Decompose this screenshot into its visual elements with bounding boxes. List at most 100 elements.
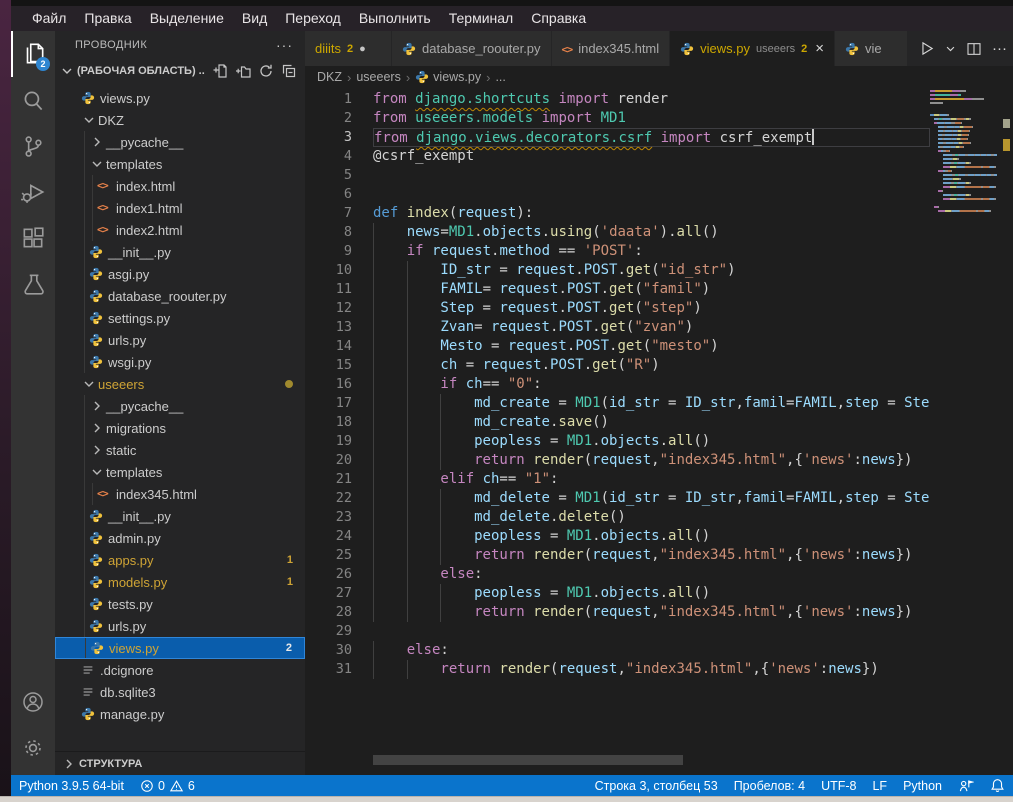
feedback-icon[interactable] (950, 775, 982, 796)
tree-file-index.html[interactable]: <>index.html (55, 175, 305, 197)
explorer-activity-icon[interactable]: 2 (11, 31, 55, 77)
tree-folder-templates[interactable]: templates (55, 153, 305, 175)
code-editor[interactable]: 1from django.shortcuts import render2fro… (305, 88, 930, 775)
tree-folder-static[interactable]: static (55, 439, 305, 461)
run-dropdown-icon[interactable] (945, 43, 956, 54)
workspace-section-header[interactable]: (РАБОЧАЯ ОБЛАСТЬ) ... (55, 59, 305, 83)
tab-description: useeers (756, 43, 795, 55)
menu-item-файл[interactable]: Файл (23, 6, 75, 31)
tree-file-db.sqlite3[interactable]: db.sqlite3 (55, 681, 305, 703)
more-actions-icon[interactable]: ··· (992, 40, 1007, 57)
close-icon[interactable]: × (815, 40, 824, 57)
tree-folder-templates[interactable]: templates (55, 461, 305, 483)
split-editor-icon[interactable] (966, 41, 982, 57)
minimap-seg (965, 198, 981, 200)
minimap-seg (943, 194, 951, 196)
encoding-status[interactable]: UTF-8 (813, 775, 864, 796)
testing-activity-icon[interactable] (11, 261, 55, 307)
menu-item-выполнить[interactable]: Выполнить (350, 6, 440, 31)
eol-status[interactable]: LF (864, 775, 895, 796)
tree-file-wsgi.py[interactable]: wsgi.py (55, 351, 305, 373)
run-debug-activity-icon[interactable] (11, 169, 55, 215)
tree-file-models.py[interactable]: models.py1 (55, 571, 305, 593)
minimap-seg (930, 182, 943, 184)
tree-folder-__pycache__[interactable]: __pycache__ (55, 395, 305, 417)
tree-file-views.py[interactable]: views.py (55, 87, 305, 109)
tree-file-__init__.py[interactable]: __init__.py (55, 241, 305, 263)
tree-file-.dcignore[interactable]: .dcignore (55, 659, 305, 681)
extensions-activity-icon[interactable] (11, 215, 55, 261)
minimap-seg (989, 210, 991, 212)
tab-diiits[interactable]: diiits2● (305, 31, 392, 66)
breadcrumb[interactable]: DKZ›useeers›views.py›... (305, 66, 1013, 88)
menu-item-переход[interactable]: Переход (276, 6, 350, 31)
tree-file-apps.py[interactable]: apps.py1 (55, 549, 305, 571)
tree-file-urls.py[interactable]: urls.py (55, 329, 305, 351)
source-control-activity-icon[interactable] (11, 123, 55, 169)
tree-folder-migrations[interactable]: migrations (55, 417, 305, 439)
run-button[interactable] (918, 40, 935, 57)
settings-gear-icon[interactable] (11, 725, 55, 771)
tab-database_roouter.py[interactable]: database_roouter.py (392, 31, 552, 66)
tree-folder-useeers[interactable]: useeers (55, 373, 305, 395)
tab-views.py[interactable]: views.pyuseeers2× (670, 31, 835, 66)
chevron-right-icon (89, 442, 105, 458)
refresh-icon[interactable] (258, 63, 274, 79)
tree-file-views.py[interactable]: views.py2 (55, 637, 305, 659)
sidebar-more-actions[interactable]: ··· (276, 37, 293, 53)
collapse-all-icon[interactable] (281, 63, 297, 79)
tree-file-__init__.py[interactable]: __init__.py (55, 505, 305, 527)
tree-file-settings.py[interactable]: settings.py (55, 307, 305, 329)
breadcrumb-item-views.py[interactable]: views.py (415, 70, 481, 84)
tree-file-asgi.py[interactable]: asgi.py (55, 263, 305, 285)
breadcrumb-item-...[interactable]: ... (495, 70, 505, 84)
account-icon[interactable] (11, 679, 55, 725)
tree-file-manage.py[interactable]: manage.py (55, 703, 305, 725)
horizontal-scrollbar[interactable] (373, 755, 683, 765)
chevron-right-icon (89, 398, 105, 414)
tree-indent-guide (84, 175, 85, 197)
tree-indent-guide (84, 351, 85, 373)
tree-file-tests.py[interactable]: tests.py (55, 593, 305, 615)
menu-item-терминал[interactable]: Терминал (440, 6, 522, 31)
line-content (373, 166, 930, 185)
tree-file-index2.html[interactable]: <>index2.html (55, 219, 305, 241)
overview-ruler[interactable] (1000, 88, 1013, 775)
tree-file-admin.py[interactable]: admin.py (55, 527, 305, 549)
menu-item-вид[interactable]: Вид (233, 6, 276, 31)
menu-item-правка[interactable]: Правка (75, 6, 140, 31)
python-interpreter-status[interactable]: Python 3.9.5 64-bit (11, 775, 132, 796)
tree-file-index345.html[interactable]: <>index345.html (55, 483, 305, 505)
tree-file-database_roouter.py[interactable]: database_roouter.py (55, 285, 305, 307)
new-file-icon[interactable] (212, 63, 228, 79)
tree-item-label: views.py (100, 91, 150, 106)
search-activity-icon[interactable] (11, 77, 55, 123)
tree-folder-__pycache__[interactable]: __pycache__ (55, 131, 305, 153)
problems-status[interactable]: 0 6 (132, 775, 203, 796)
minimap[interactable] (930, 90, 1000, 214)
tree-file-index1.html[interactable]: <>index1.html (55, 197, 305, 219)
language-mode-status[interactable]: Python (895, 775, 950, 796)
minimap-line (930, 162, 1000, 164)
tab-vie[interactable]: vie (835, 31, 908, 66)
menu-item-выделение[interactable]: Выделение (141, 6, 233, 31)
indentation-status[interactable]: Пробелов: 4 (726, 775, 813, 796)
line-number: 29 (305, 622, 352, 641)
breadcrumb-item-DKZ[interactable]: DKZ (317, 70, 342, 84)
notifications-bell-icon[interactable] (982, 775, 1013, 796)
breadcrumb-item-useeers[interactable]: useeers (356, 70, 400, 84)
tab-index345.html[interactable]: <>index345.html (552, 31, 671, 66)
code-line: 7def index(request): (305, 204, 930, 223)
line-content (373, 622, 930, 641)
new-folder-icon[interactable] (235, 63, 251, 79)
tree-folder-DKZ[interactable]: DKZ (55, 109, 305, 131)
minimap-seg (930, 194, 943, 196)
tree-item-label: index.html (116, 179, 175, 194)
tree-file-urls.py[interactable]: urls.py (55, 615, 305, 637)
cursor-position-status[interactable]: Строка 3, столбец 53 (587, 775, 726, 796)
minimap-seg (957, 158, 959, 160)
tree-indent-guide (92, 483, 93, 505)
outline-section-header[interactable]: СТРУКТУРА (55, 751, 305, 775)
menu-item-справка[interactable]: Справка (522, 6, 595, 31)
minimap-line (930, 158, 1000, 160)
